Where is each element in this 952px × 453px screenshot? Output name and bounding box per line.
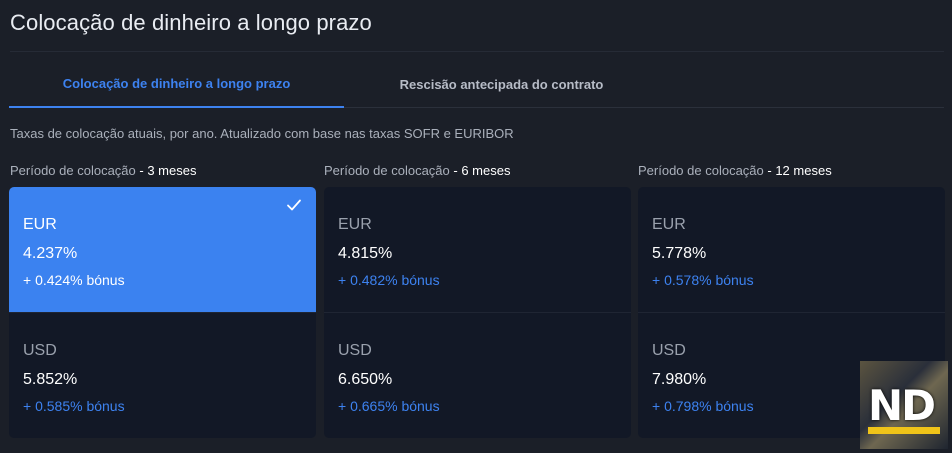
rate-option-usd-3m[interactable]: USD 5.852% + 0.585% bónus xyxy=(9,313,316,438)
rate-option-eur-3m[interactable]: EUR 4.237% + 0.424% bónus xyxy=(9,187,316,312)
bonus-value: + 0.585% bónus xyxy=(23,398,125,414)
period-label-12m: Período de colocação - 12 meses xyxy=(638,163,832,178)
period-label-text: Período de colocação xyxy=(10,163,136,178)
period-label-6m: Período de colocação - 6 meses xyxy=(324,163,510,178)
bonus-value: + 0.482% bónus xyxy=(338,272,440,288)
rates-description: Taxas de colocação atuais, por ano. Atua… xyxy=(10,126,514,141)
currency-label: USD xyxy=(338,342,372,359)
rate-value: 4.815% xyxy=(338,245,393,262)
bonus-value: + 0.424% bónus xyxy=(23,272,125,288)
period-label-text: Período de colocação xyxy=(638,163,764,178)
logo-text: ND xyxy=(868,381,936,430)
currency-label: EUR xyxy=(23,216,57,233)
period-value: - 12 meses xyxy=(767,163,832,178)
period-label-text: Período de colocação xyxy=(324,163,450,178)
bonus-value: + 0.578% bónus xyxy=(652,272,754,288)
tab-bar: Colocação de dinheiro a longo prazo Resc… xyxy=(9,60,944,108)
rate-option-eur-6m[interactable]: EUR 4.815% + 0.482% bónus xyxy=(324,187,631,312)
bonus-value: + 0.798% bónus xyxy=(652,398,754,414)
logo-strip xyxy=(868,427,940,434)
rate-value: 5.852% xyxy=(23,371,78,388)
nd-logo: ND xyxy=(860,361,948,449)
period-value: - 3 meses xyxy=(139,163,197,178)
tab-long-term-placement[interactable]: Colocação de dinheiro a longo prazo xyxy=(9,60,344,108)
currency-label: EUR xyxy=(652,216,686,233)
period-label-3m: Período de colocação - 3 meses xyxy=(10,163,196,178)
check-icon xyxy=(287,199,301,211)
rate-value: 4.237% xyxy=(23,245,78,262)
tab-early-termination[interactable]: Rescisão antecipada do contrato xyxy=(344,60,659,108)
rate-option-usd-6m[interactable]: USD 6.650% + 0.665% bónus xyxy=(324,313,631,438)
currency-label: EUR xyxy=(338,216,372,233)
title-divider xyxy=(10,51,944,52)
currency-label: USD xyxy=(652,342,686,359)
rate-option-eur-12m[interactable]: EUR 5.778% + 0.578% bónus xyxy=(638,187,945,312)
period-card-3m: EUR 4.237% + 0.424% bónus USD 5.852% + 0… xyxy=(9,187,316,438)
rate-value: 6.650% xyxy=(338,371,393,388)
period-card-6m: EUR 4.815% + 0.482% bónus USD 6.650% + 0… xyxy=(324,187,631,438)
period-value: - 6 meses xyxy=(453,163,511,178)
bonus-value: + 0.665% bónus xyxy=(338,398,440,414)
rate-value: 7.980% xyxy=(652,371,707,388)
rate-value: 5.778% xyxy=(652,245,707,262)
currency-label: USD xyxy=(23,342,57,359)
page-title: Colocação de dinheiro a longo prazo xyxy=(10,10,372,35)
